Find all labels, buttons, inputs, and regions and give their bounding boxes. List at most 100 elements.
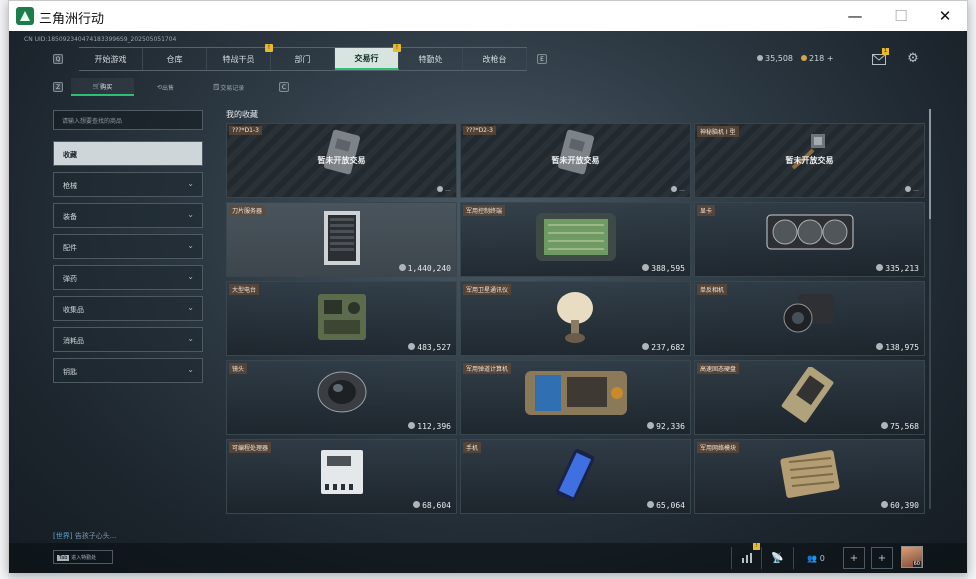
top-tab-label: 改枪台 (482, 54, 507, 64)
item-card[interactable]: 神秘脑机 I 型暂未开放交易 — (694, 123, 925, 198)
item-card[interactable]: 军用网络模块 60,390 (694, 439, 925, 514)
item-price-value: 112,396 (417, 422, 451, 431)
plc-icon (317, 446, 367, 502)
item-price-value: 1,440,240 (407, 264, 451, 273)
player-avatar[interactable]: 60 (901, 546, 923, 568)
record-icon: 🗒 (212, 83, 221, 91)
item-name: 军用网络模块 (697, 442, 740, 453)
top-tab-3[interactable]: 部门! (265, 44, 335, 70)
game-window: 三角洲行动 — ☐ ✕ CN UID:1850923404741833996S9… (8, 0, 968, 573)
top-tab-label: 交易行 (354, 53, 379, 63)
silver-coin-icon (881, 501, 889, 508)
sub-tab-2[interactable]: 🗒 交易记录 (197, 78, 260, 96)
silver-coin-icon (647, 501, 655, 508)
ballistic-icon (521, 367, 631, 423)
z-key-hint[interactable]: Z (53, 82, 63, 92)
category-item-4[interactable]: 弹药 ⌄ (53, 265, 203, 290)
silver-coin-icon (398, 264, 406, 271)
friends-button[interactable]: 👥 0 (793, 547, 838, 569)
top-nav: 开始游戏 仓库 特战干员 部门! 交易行 特勤处! 改枪台 (79, 44, 527, 71)
chat-text: 告孩子心头... (74, 532, 117, 540)
minimize-button[interactable]: — (832, 1, 878, 31)
special-ops-shortcut[interactable]: Tab 进入特勤处 (53, 550, 113, 564)
category-item-0[interactable]: 收藏 (53, 141, 203, 166)
window-titlebar[interactable]: 三角洲行动 — ☐ ✕ (9, 1, 967, 31)
item-card[interactable]: 可编程处理器 68,604 (226, 439, 457, 514)
item-card[interactable]: ???*D2-3 暂未开放交易 — (460, 123, 691, 198)
item-price: 65,064 (647, 501, 685, 510)
item-name: 军用控制终端 (463, 205, 506, 216)
item-card[interactable]: 手机 65,064 (460, 439, 691, 514)
item-name: 大型电台 (229, 284, 260, 295)
top-tab-label: 特勤处 (418, 54, 443, 64)
top-tab-badge: ! (393, 44, 401, 52)
sub-nav: 🛒 购买 ⟲ 出售 🗒 交易记录 (71, 78, 260, 96)
item-name: 军用弹道计算机 (463, 363, 512, 374)
item-price: 138,975 (876, 343, 919, 352)
mail-icon[interactable]: 1 (871, 48, 889, 67)
item-price: 335,213 (876, 264, 919, 273)
tab-key-hint: Tab (57, 555, 70, 561)
category-item-3[interactable]: 配件 ⌄ (53, 234, 203, 259)
item-card[interactable]: 军用弹道计算机 92,336 (460, 360, 691, 435)
settings-gear-icon[interactable]: ⚙ (905, 50, 921, 66)
item-card[interactable]: 单反相机 138,975 (694, 281, 925, 356)
item-price-value: 60,390 (890, 501, 919, 510)
category-item-7[interactable]: 钥匙 ⌄ (53, 358, 203, 383)
e-key-hint[interactable]: E (537, 54, 547, 64)
gold-amount: 218 (809, 54, 825, 63)
item-card[interactable]: 军用卫星通讯仪 237,682 (460, 281, 691, 356)
top-tab-2[interactable]: 特战干员 (207, 48, 271, 70)
category-label: 收藏 (63, 151, 77, 159)
add-member-button-1[interactable]: + (843, 547, 865, 569)
sub-tab-1[interactable]: ⟲ 出售 (134, 78, 197, 96)
stats-icon[interactable]: ! (731, 543, 761, 569)
silver-coin-icon (413, 501, 421, 508)
category-label: 弹药 (63, 275, 77, 283)
sub-tab-0[interactable]: 🛒 购买 (71, 78, 134, 96)
top-tab-1[interactable]: 仓库 (143, 48, 207, 70)
item-card[interactable]: 高速固态硬盘 75,568 (694, 360, 925, 435)
server-icon (320, 209, 364, 271)
silver-coin-icon (408, 422, 416, 429)
category-item-6[interactable]: 消耗品 ⌄ (53, 327, 203, 352)
module-icon (775, 446, 845, 506)
item-card[interactable]: 显卡 335,213 (694, 202, 925, 277)
sub-tab-label: 交易记录 (220, 84, 245, 92)
top-tab-0[interactable]: 开始游戏 (79, 48, 143, 70)
q-key-hint[interactable]: Q (53, 54, 63, 64)
item-name: 单反相机 (697, 284, 728, 295)
category-item-1[interactable]: 枪械 ⌄ (53, 172, 203, 197)
category-item-5[interactable]: 收集品 ⌄ (53, 296, 203, 321)
item-card[interactable]: 军用控制终端 388,595 (460, 202, 691, 277)
chat-line[interactable]: [世界] 告孩子心头... (53, 531, 116, 541)
category-label: 枪械 (63, 182, 77, 190)
category-item-2[interactable]: 装备 ⌄ (53, 203, 203, 228)
item-name: 显卡 (697, 205, 716, 216)
silver-coin-icon (437, 186, 443, 192)
silver-coin-icon (408, 343, 416, 350)
grid-scroll-thumb[interactable] (929, 109, 931, 219)
silver-coin-icon (876, 264, 884, 271)
silver-coin-icon (671, 186, 677, 192)
item-name: 刀片服务器 (229, 205, 266, 216)
item-price: 60,390 (881, 501, 919, 510)
broadcast-icon[interactable]: 📡 (761, 547, 793, 569)
item-card[interactable]: 大型电台 483,527 (226, 281, 457, 356)
item-price: 1,440,240 (398, 264, 451, 273)
item-search-input[interactable]: 请输入想要查找的商品 (53, 110, 203, 130)
item-card[interactable]: 刀片服务器 1,440,240 (226, 202, 457, 277)
close-button[interactable]: ✕ (922, 1, 968, 31)
top-tab-6[interactable]: 改枪台 (463, 48, 527, 70)
add-currency-button[interactable]: + (827, 54, 834, 63)
top-tab-5[interactable]: 特勤处! (393, 44, 463, 70)
add-member-button-2[interactable]: + (871, 547, 893, 569)
item-card[interactable]: 镜头 112,396 (226, 360, 457, 435)
top-tab-4[interactable]: 交易行 (335, 48, 399, 70)
item-card[interactable]: ???*D1-3 暂未开放交易 — (226, 123, 457, 198)
maximize-button[interactable]: ☐ (878, 1, 924, 31)
friends-count: 0 (819, 553, 825, 563)
mail-badge: 1 (882, 48, 889, 55)
c-key-hint[interactable]: C (279, 82, 289, 92)
item-name: 高速固态硬盘 (697, 363, 740, 374)
